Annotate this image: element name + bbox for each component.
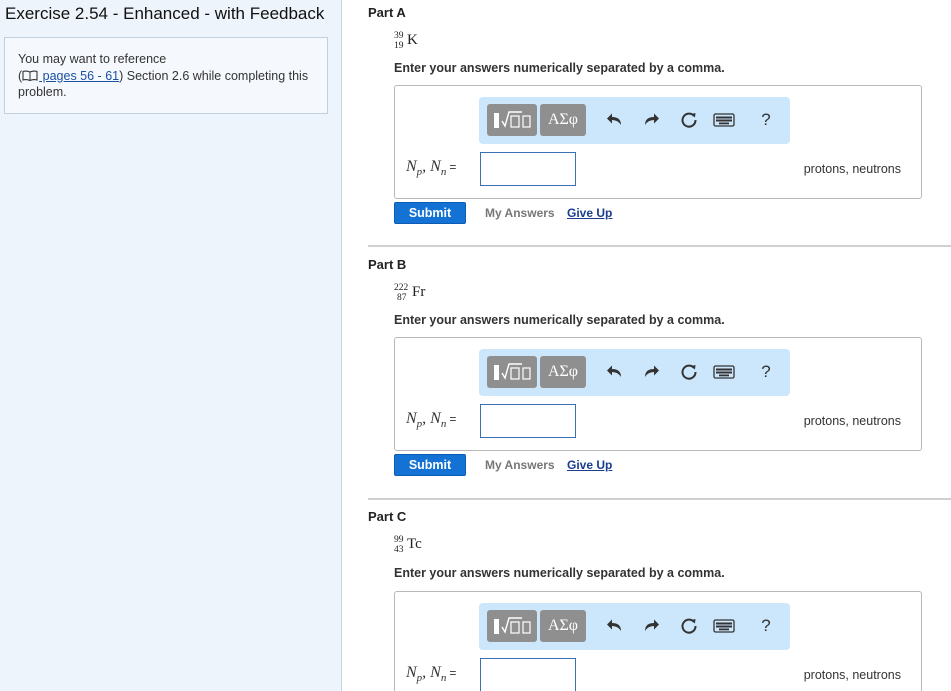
part-a-submit-button[interactable]: Submit bbox=[394, 202, 466, 224]
part-b-answer-input[interactable] bbox=[480, 404, 576, 438]
part-c-title: Part C bbox=[368, 509, 407, 524]
equation-label: Np, Nn = bbox=[406, 410, 457, 430]
greek-letters-button[interactable]: ΑΣφ bbox=[540, 104, 586, 136]
help-icon[interactable]: ? bbox=[755, 109, 777, 131]
part-b-instruction: Enter your answers numerically separated… bbox=[394, 313, 725, 327]
equation-label: Np, Nn = bbox=[406, 664, 457, 684]
part-b-title: Part B bbox=[368, 257, 407, 272]
part-c-answer-box: ΑΣφ ? Np, Nn = protons, neutrons bbox=[394, 591, 922, 691]
units-label: protons, neutrons bbox=[803, 162, 901, 176]
reset-icon[interactable] bbox=[678, 109, 700, 131]
part-b-give-up-link[interactable]: Give Up bbox=[567, 458, 612, 472]
atomic-number: 43 bbox=[394, 545, 404, 555]
exercise-title: Exercise 2.54 - Enhanced - with Feedback bbox=[5, 4, 325, 23]
templates-icon bbox=[494, 111, 531, 128]
part-a-title: Part A bbox=[368, 5, 406, 20]
keyboard-icon[interactable] bbox=[712, 109, 736, 131]
mass-number: 39 bbox=[394, 31, 404, 41]
templates-icon bbox=[494, 617, 531, 634]
math-toolbar: ΑΣφ ? bbox=[479, 97, 790, 144]
part-c-answer-input[interactable] bbox=[480, 658, 576, 691]
math-toolbar: ΑΣφ ? bbox=[479, 603, 790, 650]
templates-button[interactable] bbox=[487, 610, 537, 642]
mass-number: 99 bbox=[394, 535, 404, 545]
mass-number: 222 bbox=[394, 283, 409, 293]
redo-icon[interactable] bbox=[640, 109, 662, 131]
redo-icon[interactable] bbox=[640, 615, 662, 637]
reference-prefix: You may want to reference bbox=[18, 52, 167, 66]
divider bbox=[368, 245, 951, 247]
reset-icon[interactable] bbox=[678, 361, 700, 383]
element-symbol: Fr bbox=[412, 284, 426, 300]
part-b-isotope: 222 87 Fr bbox=[394, 283, 454, 305]
part-a-answer-box: ΑΣφ ? Np, Nn = protons, neutrons bbox=[394, 85, 922, 199]
units-label: protons, neutrons bbox=[803, 414, 901, 428]
part-b-submit-button[interactable]: Submit bbox=[394, 454, 466, 476]
greek-letters-button[interactable]: ΑΣφ bbox=[540, 610, 586, 642]
templates-button[interactable] bbox=[487, 356, 537, 388]
part-b-answer-box: ΑΣφ ? Np, Nn = protons, neutrons bbox=[394, 337, 922, 451]
textbook-pages-link[interactable]: pages 56 - 61 bbox=[22, 69, 119, 83]
reference-link-text: pages 56 - 61 bbox=[39, 68, 120, 83]
part-a-give-up-link[interactable]: Give Up bbox=[567, 206, 612, 220]
atomic-number: 87 bbox=[397, 293, 407, 303]
templates-icon bbox=[494, 363, 531, 380]
templates-button[interactable] bbox=[487, 104, 537, 136]
element-symbol: K bbox=[407, 32, 418, 48]
keyboard-icon[interactable] bbox=[712, 615, 736, 637]
sidebar: Exercise 2.54 - Enhanced - with Feedback… bbox=[0, 0, 342, 691]
atomic-number: 19 bbox=[394, 41, 404, 51]
equation-label: Np, Nn = bbox=[406, 158, 457, 178]
reference-box: You may want to reference ( pages 56 - 6… bbox=[4, 37, 328, 114]
keyboard-icon[interactable] bbox=[712, 361, 736, 383]
undo-icon[interactable] bbox=[604, 615, 626, 637]
help-icon[interactable]: ? bbox=[755, 615, 777, 637]
greek-letters-button[interactable]: ΑΣφ bbox=[540, 356, 586, 388]
part-a-instruction: Enter your answers numerically separated… bbox=[394, 61, 725, 75]
undo-icon[interactable] bbox=[604, 109, 626, 131]
divider bbox=[368, 498, 951, 500]
units-label: protons, neutrons bbox=[803, 668, 901, 682]
reset-icon[interactable] bbox=[678, 615, 700, 637]
redo-icon[interactable] bbox=[640, 361, 662, 383]
book-icon bbox=[22, 70, 38, 81]
part-c-instruction: Enter your answers numerically separated… bbox=[394, 566, 725, 580]
element-symbol: Tc bbox=[407, 536, 422, 552]
part-b-my-answers: My Answers bbox=[485, 458, 555, 472]
help-icon[interactable]: ? bbox=[755, 361, 777, 383]
part-a-answer-input[interactable] bbox=[480, 152, 576, 186]
undo-icon[interactable] bbox=[604, 361, 626, 383]
part-c-isotope: 99 43 Tc bbox=[394, 535, 454, 557]
part-a-my-answers: My Answers bbox=[485, 206, 555, 220]
part-a-isotope: 39 19 K bbox=[394, 31, 454, 53]
math-toolbar: ΑΣφ ? bbox=[479, 349, 790, 396]
